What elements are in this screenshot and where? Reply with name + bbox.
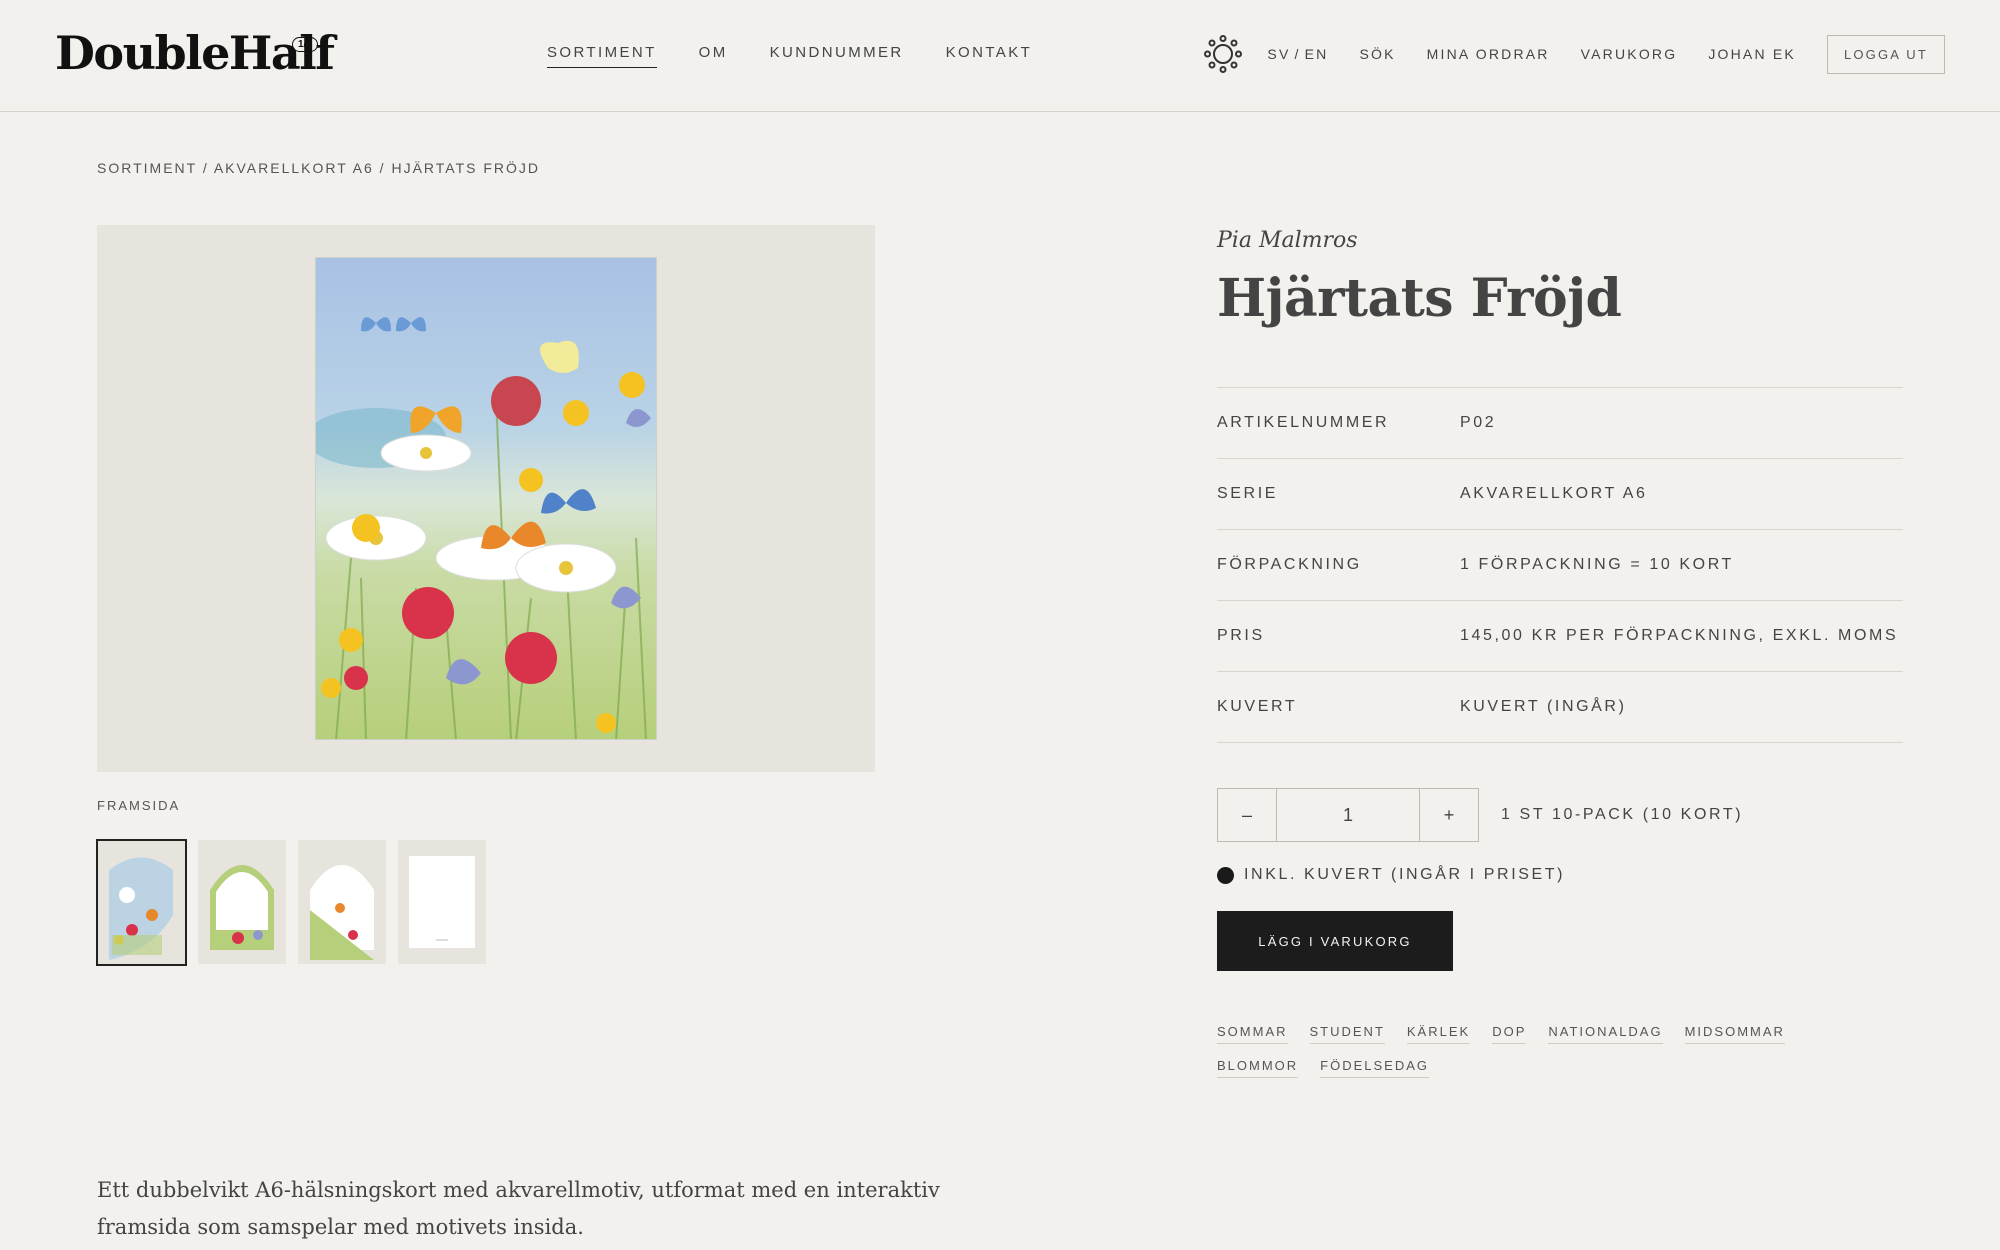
language-switcher: SV / EN: [1267, 46, 1328, 62]
tag-dop[interactable]: DOP: [1492, 1024, 1527, 1044]
product-description: Ett dubbelvikt A6-hälsningskort med akva…: [97, 1178, 940, 1239]
spec-row-series: SERIE AKVARELLKORT A6: [1217, 459, 1903, 530]
search-link[interactable]: SÖK: [1359, 46, 1395, 62]
lang-en-link[interactable]: EN: [1305, 46, 1329, 62]
orders-link[interactable]: MINA ORDRAR: [1427, 46, 1550, 62]
breadcrumb[interactable]: SORTIMENT / AKVARELLKORT A6 / HJÄRTATS F…: [97, 160, 540, 176]
site-header: DoubleHalf 1/1 SORTIMENT OM KUNDNUMMER K…: [0, 0, 2000, 112]
thumbnail-inside-left[interactable]: [198, 840, 286, 964]
spec-row-envelope: KUVERT KUVERT (INGÅR): [1217, 672, 1903, 743]
spec-value: AKVARELLKORT A6: [1460, 485, 1648, 502]
tag-student[interactable]: STUDENT: [1309, 1024, 1385, 1044]
product-title: Hjärtats Fröjd: [1217, 268, 1622, 329]
spec-value: P02: [1460, 414, 1497, 431]
nav-kundnummer[interactable]: KUNDNUMMER: [770, 44, 904, 68]
thumbnail-front[interactable]: [96, 839, 187, 966]
envelope-option[interactable]: INKL. KUVERT (INGÅR I PRISET): [1217, 866, 1565, 884]
thumbnail-back[interactable]: [398, 840, 486, 964]
product-specs: ARTIKELNUMMER P02 SERIE AKVARELLKORT A6 …: [1217, 387, 1903, 743]
lang-separator: /: [1294, 46, 1301, 62]
main-product-image[interactable]: [97, 225, 875, 772]
nav-sortiment[interactable]: SORTIMENT: [547, 44, 657, 68]
spec-value: 145,00 KR PER FÖRPACKNING, EXKL. MOMS: [1460, 627, 1899, 644]
tag-list: SOMMAR STUDENT KÄRLEK DOP NATIONALDAG MI…: [1217, 1024, 1903, 1078]
thumbnail-inside-right[interactable]: [298, 840, 386, 964]
spec-row-article-number: ARTIKELNUMMER P02: [1217, 388, 1903, 459]
thumbnail-strip: [96, 839, 486, 966]
tag-nationaldag[interactable]: NATIONALDAG: [1548, 1024, 1663, 1044]
spec-value: 1 FÖRPACKNING = 10 KORT: [1460, 556, 1734, 573]
quantity-selector: – 1 + 1 ST 10-PACK (10 KORT): [1217, 788, 1743, 842]
tag-karlek[interactable]: KÄRLEK: [1406, 1024, 1471, 1044]
header-actions: SV / EN SÖK MINA ORDRAR VARUKORG JOHAN EK …: [1203, 34, 1945, 74]
nav-om[interactable]: OM: [699, 44, 728, 68]
spec-label: FÖRPACKNING: [1217, 556, 1362, 573]
tag-blommor[interactable]: BLOMMOR: [1217, 1058, 1299, 1078]
quantity-input[interactable]: 1: [1276, 789, 1420, 841]
radio-selected-icon[interactable]: [1217, 866, 1234, 884]
spec-label: SERIE: [1217, 485, 1279, 502]
spec-row-packaging: FÖRPACKNING 1 FÖRPACKNING = 10 KORT: [1217, 530, 1903, 601]
add-to-cart-button[interactable]: LÄGG I VARUKORG: [1217, 911, 1453, 971]
spec-value: KUVERT (INGÅR): [1460, 698, 1627, 715]
logo-badge: 1/1: [292, 37, 318, 52]
sun-icon: [1204, 35, 1243, 73]
cart-link[interactable]: VARUKORG: [1581, 46, 1678, 62]
main-nav: SORTIMENT OM KUNDNUMMER KONTAKT: [547, 44, 1032, 68]
user-account-link[interactable]: JOHAN EK: [1708, 46, 1796, 62]
tag-midsommar[interactable]: MIDSOMMAR: [1684, 1024, 1785, 1044]
spec-label: PRIS: [1217, 627, 1265, 644]
envelope-option-label: INKL. KUVERT (INGÅR I PRISET): [1244, 866, 1566, 883]
logout-button[interactable]: LOGGA UT: [1826, 34, 1945, 74]
tag-fodelsedag[interactable]: FÖDELSEDAG: [1320, 1058, 1430, 1078]
spec-label: ARTIKELNUMMER: [1217, 414, 1390, 431]
lang-sv-link[interactable]: SV: [1267, 46, 1290, 62]
logo[interactable]: DoubleHalf: [55, 26, 335, 80]
quantity-decrease-button[interactable]: –: [1218, 789, 1276, 841]
nav-kontakt[interactable]: KONTAKT: [946, 44, 1033, 68]
product-artist: Pia Malmros: [1217, 228, 1358, 253]
quantity-label: 1 ST 10-PACK (10 KORT): [1501, 806, 1744, 823]
quantity-stepper: – 1 +: [1217, 788, 1479, 842]
card-artwork: [315, 257, 657, 740]
quantity-increase-button[interactable]: +: [1420, 789, 1478, 841]
spec-label: KUVERT: [1217, 698, 1298, 715]
tag-sommar[interactable]: SOMMAR: [1217, 1024, 1288, 1044]
spec-row-price: PRIS 145,00 KR PER FÖRPACKNING, EXKL. MO…: [1217, 601, 1903, 672]
theme-toggle-button[interactable]: [1203, 34, 1243, 74]
image-caption: FRAMSIDA: [97, 798, 181, 813]
